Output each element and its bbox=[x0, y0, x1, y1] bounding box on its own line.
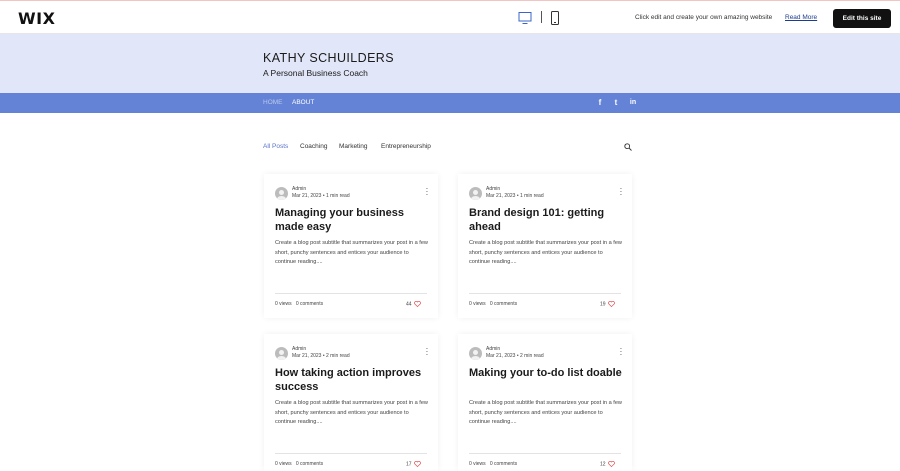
category-all-posts[interactable]: All Posts bbox=[263, 143, 288, 150]
avatar[interactable] bbox=[275, 187, 288, 200]
heart-icon[interactable] bbox=[608, 301, 615, 307]
post-meta: Mar 21, 2023 • 2 min read bbox=[292, 353, 350, 359]
post-author[interactable]: Admin bbox=[292, 346, 306, 352]
nav-item-about[interactable]: ABOUT bbox=[292, 99, 314, 106]
site-subtitle: A Personal Business Coach bbox=[263, 68, 368, 78]
post-stats: 0 views 0 comments bbox=[469, 301, 517, 307]
post-likes[interactable]: 44 bbox=[406, 301, 421, 307]
like-count: 17 bbox=[406, 461, 412, 468]
desktop-view-icon[interactable] bbox=[518, 11, 532, 25]
post-excerpt: Create a blog post subtitle that summari… bbox=[469, 240, 622, 265]
post-author[interactable]: Admin bbox=[292, 186, 306, 192]
post-read-time: 1 min read bbox=[520, 193, 544, 199]
post-read-time: 1 min read bbox=[326, 193, 350, 199]
post-stats: 0 views 0 comments bbox=[275, 461, 323, 467]
post-title[interactable]: Making your to-do list doable bbox=[469, 366, 625, 380]
post-meta: Mar 21, 2023 • 2 min read bbox=[486, 353, 544, 359]
mobile-view-icon[interactable] bbox=[550, 11, 560, 25]
device-separator bbox=[541, 11, 542, 23]
more-actions-icon[interactable]: · · · bbox=[619, 345, 623, 359]
post-date: Mar 21, 2023 bbox=[292, 353, 322, 359]
post-excerpt: Create a blog post subtitle that summari… bbox=[469, 400, 622, 425]
wix-logo[interactable]: WIX bbox=[18, 9, 55, 28]
read-more-link[interactable]: Read More bbox=[785, 14, 817, 21]
main-nav: HOME ABOUT f t in bbox=[0, 93, 900, 113]
site-header: KATHY SCHUILDERS A Personal Business Coa… bbox=[0, 34, 900, 93]
category-entrepreneurship[interactable]: Entrepreneurship bbox=[381, 143, 431, 150]
category-marketing[interactable]: Marketing bbox=[339, 143, 368, 150]
post-card[interactable]: Admin Mar 21, 2023 • 1 min read · · · Bran… bbox=[458, 174, 632, 318]
like-count: 12 bbox=[600, 461, 606, 468]
post-read-time: 2 min read bbox=[326, 353, 350, 359]
post-date: Mar 21, 2023 bbox=[486, 193, 516, 199]
heart-icon[interactable] bbox=[414, 301, 421, 307]
card-divider bbox=[469, 453, 621, 454]
post-comments[interactable]: 0 comments bbox=[296, 461, 323, 467]
site-title[interactable]: KATHY SCHUILDERS bbox=[263, 51, 394, 65]
post-likes[interactable]: 12 bbox=[600, 461, 615, 467]
post-views: 0 views bbox=[469, 461, 486, 467]
post-stats: 0 views 0 comments bbox=[469, 461, 517, 467]
more-actions-icon[interactable]: · · · bbox=[425, 345, 429, 359]
heart-icon[interactable] bbox=[608, 461, 615, 467]
post-read-time: 2 min read bbox=[520, 353, 544, 359]
card-divider bbox=[275, 293, 427, 294]
post-date: Mar 21, 2023 bbox=[486, 353, 516, 359]
card-divider bbox=[275, 453, 427, 454]
post-title[interactable]: How taking action improves success bbox=[275, 366, 431, 394]
post-comments[interactable]: 0 comments bbox=[296, 301, 323, 307]
post-excerpt: Create a blog post subtitle that summari… bbox=[275, 400, 428, 425]
search-icon[interactable] bbox=[624, 143, 632, 151]
post-meta: Mar 21, 2023 • 1 min read bbox=[486, 193, 544, 199]
post-views: 0 views bbox=[275, 301, 292, 307]
nav-item-home[interactable]: HOME bbox=[263, 99, 283, 106]
wix-top-bar: WIX Click edit and create your own amazi… bbox=[0, 0, 900, 34]
post-excerpt: Create a blog post subtitle that summari… bbox=[275, 240, 428, 265]
avatar[interactable] bbox=[469, 187, 482, 200]
post-title[interactable]: Brand design 101: getting ahead bbox=[469, 206, 625, 234]
post-stats: 0 views 0 comments bbox=[275, 301, 323, 307]
post-meta: Mar 21, 2023 • 1 min read bbox=[292, 193, 350, 199]
post-date: Mar 21, 2023 bbox=[292, 193, 322, 199]
post-comments[interactable]: 0 comments bbox=[490, 461, 517, 467]
post-likes[interactable]: 17 bbox=[406, 461, 421, 467]
more-actions-icon[interactable]: · · · bbox=[425, 185, 429, 199]
like-count: 44 bbox=[406, 301, 412, 308]
post-card[interactable]: Admin Mar 21, 2023 • 2 min read · · · How … bbox=[264, 334, 438, 471]
post-title[interactable]: Managing your business made easy bbox=[275, 206, 431, 234]
wix-promo-text: Click edit and create your own amazing w… bbox=[635, 14, 773, 21]
avatar[interactable] bbox=[275, 347, 288, 360]
twitter-icon[interactable]: t bbox=[611, 98, 621, 108]
post-views: 0 views bbox=[469, 301, 486, 307]
linkedin-icon[interactable]: in bbox=[628, 98, 638, 108]
post-card[interactable]: Admin Mar 21, 2023 • 2 min read · · · Maki… bbox=[458, 334, 632, 471]
edit-site-button[interactable]: Edit this site bbox=[833, 9, 891, 28]
post-comments[interactable]: 0 comments bbox=[490, 301, 517, 307]
heart-icon[interactable] bbox=[414, 461, 421, 467]
more-actions-icon[interactable]: · · · bbox=[619, 185, 623, 199]
post-author[interactable]: Admin bbox=[486, 346, 500, 352]
post-card[interactable]: Admin Mar 21, 2023 • 1 min read · · · Mana… bbox=[264, 174, 438, 318]
card-divider bbox=[469, 293, 621, 294]
facebook-icon[interactable]: f bbox=[595, 98, 605, 108]
post-author[interactable]: Admin bbox=[486, 186, 500, 192]
category-coaching[interactable]: Coaching bbox=[300, 143, 327, 150]
post-likes[interactable]: 19 bbox=[600, 301, 615, 307]
like-count: 19 bbox=[600, 301, 606, 308]
post-views: 0 views bbox=[275, 461, 292, 467]
avatar[interactable] bbox=[469, 347, 482, 360]
